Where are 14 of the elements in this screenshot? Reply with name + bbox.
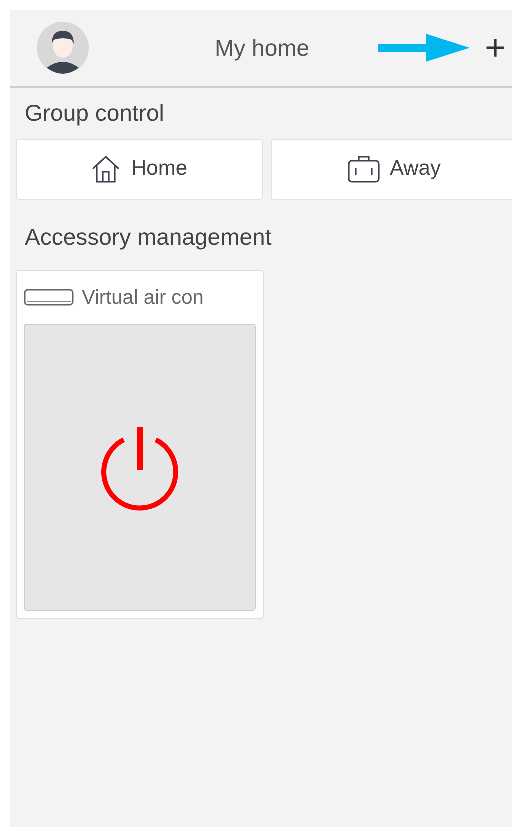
section-heading: Group control xyxy=(24,99,166,128)
power-icon[interactable] xyxy=(100,424,180,510)
air-conditioner-icon xyxy=(24,288,74,306)
add-button[interactable]: + xyxy=(484,30,506,66)
section-heading: Accessory management xyxy=(24,222,273,252)
device-card[interactable]: Virtual air con xyxy=(16,270,264,619)
suitcase-icon xyxy=(348,155,380,183)
group-button[interactable]: Home xyxy=(16,138,263,200)
arrow-icon xyxy=(378,34,470,62)
avatar-icon[interactable] xyxy=(37,22,89,74)
group-button[interactable]: Away xyxy=(271,138,512,200)
header-title: My home xyxy=(215,34,310,63)
house-icon xyxy=(91,154,122,184)
device-name: Virtual air con xyxy=(82,286,204,310)
